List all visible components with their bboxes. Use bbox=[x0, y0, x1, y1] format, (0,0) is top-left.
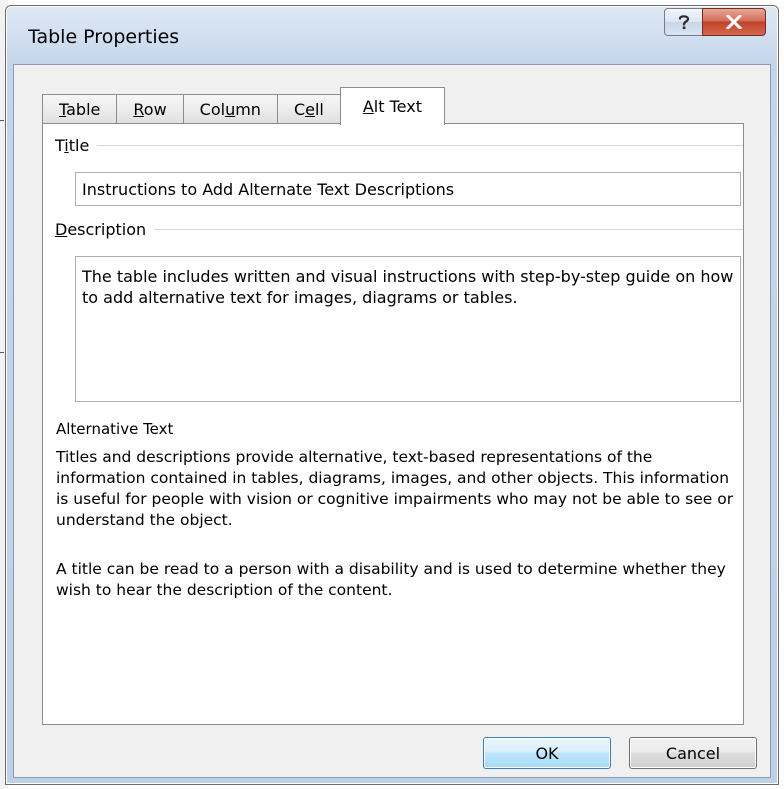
tab-row[interactable]: Row bbox=[116, 94, 184, 124]
tab-row-label: ow bbox=[143, 100, 167, 119]
dialog-client-area: Table Row Column Cell Alt Text Title Des bbox=[13, 64, 771, 778]
table-properties-dialog: Table Properties Table Row Column Cell A… bbox=[5, 5, 779, 785]
tab-row-accelerator: R bbox=[133, 100, 144, 119]
tab-alt-text[interactable]: Alt Text bbox=[339, 87, 445, 125]
tab-cell-accelerator: e bbox=[305, 100, 315, 119]
window-title: Table Properties bbox=[28, 26, 180, 48]
description-group-divider bbox=[154, 228, 743, 230]
description-label-accelerator: D bbox=[55, 219, 68, 239]
alternative-text-help-paragraph-1: Titles and descriptions provide alternat… bbox=[56, 448, 734, 529]
tab-column-label-pre: Col bbox=[199, 100, 226, 119]
tab-strip: Table Row Column Cell Alt Text bbox=[42, 86, 445, 125]
help-icon bbox=[676, 13, 692, 31]
description-group-header: Description bbox=[55, 218, 743, 240]
alt-text-panel: Title Description The table includes wri… bbox=[42, 123, 744, 725]
description-textarea[interactable]: The table includes written and visual in… bbox=[75, 256, 741, 402]
close-icon bbox=[726, 15, 742, 29]
tab-table[interactable]: Table bbox=[42, 94, 118, 124]
title-bar[interactable]: Table Properties bbox=[6, 6, 778, 62]
title-input[interactable] bbox=[75, 172, 741, 206]
title-label-pre: T bbox=[55, 135, 65, 155]
tab-cell[interactable]: Cell bbox=[276, 94, 341, 124]
alternative-text-heading: Alternative Text bbox=[56, 420, 174, 438]
tab-alt-text-label: lt Text bbox=[373, 97, 422, 116]
alternative-text-help-paragraph-2: A title can be read to a person with a d… bbox=[56, 560, 726, 599]
ok-button[interactable]: OK bbox=[483, 737, 611, 769]
cancel-button[interactable]: Cancel bbox=[629, 737, 757, 769]
title-label: Title bbox=[55, 136, 97, 155]
close-button[interactable] bbox=[702, 8, 766, 36]
tab-table-label: able bbox=[66, 100, 101, 119]
tab-column[interactable]: Column bbox=[182, 94, 278, 124]
tab-column-label: mn bbox=[235, 100, 261, 119]
help-button[interactable] bbox=[664, 8, 702, 36]
tab-cell-label-pre: C bbox=[293, 100, 306, 119]
title-label-post: tle bbox=[68, 135, 90, 155]
caption-buttons bbox=[664, 8, 766, 36]
tab-cell-label: ll bbox=[314, 100, 324, 119]
description-label-post: escription bbox=[67, 219, 147, 239]
description-label: Description bbox=[55, 220, 154, 239]
title-group-header: Title bbox=[55, 134, 743, 156]
tab-column-accelerator: u bbox=[225, 100, 236, 119]
tab-alt-text-accelerator: A bbox=[362, 97, 374, 116]
title-group-divider bbox=[97, 144, 743, 146]
